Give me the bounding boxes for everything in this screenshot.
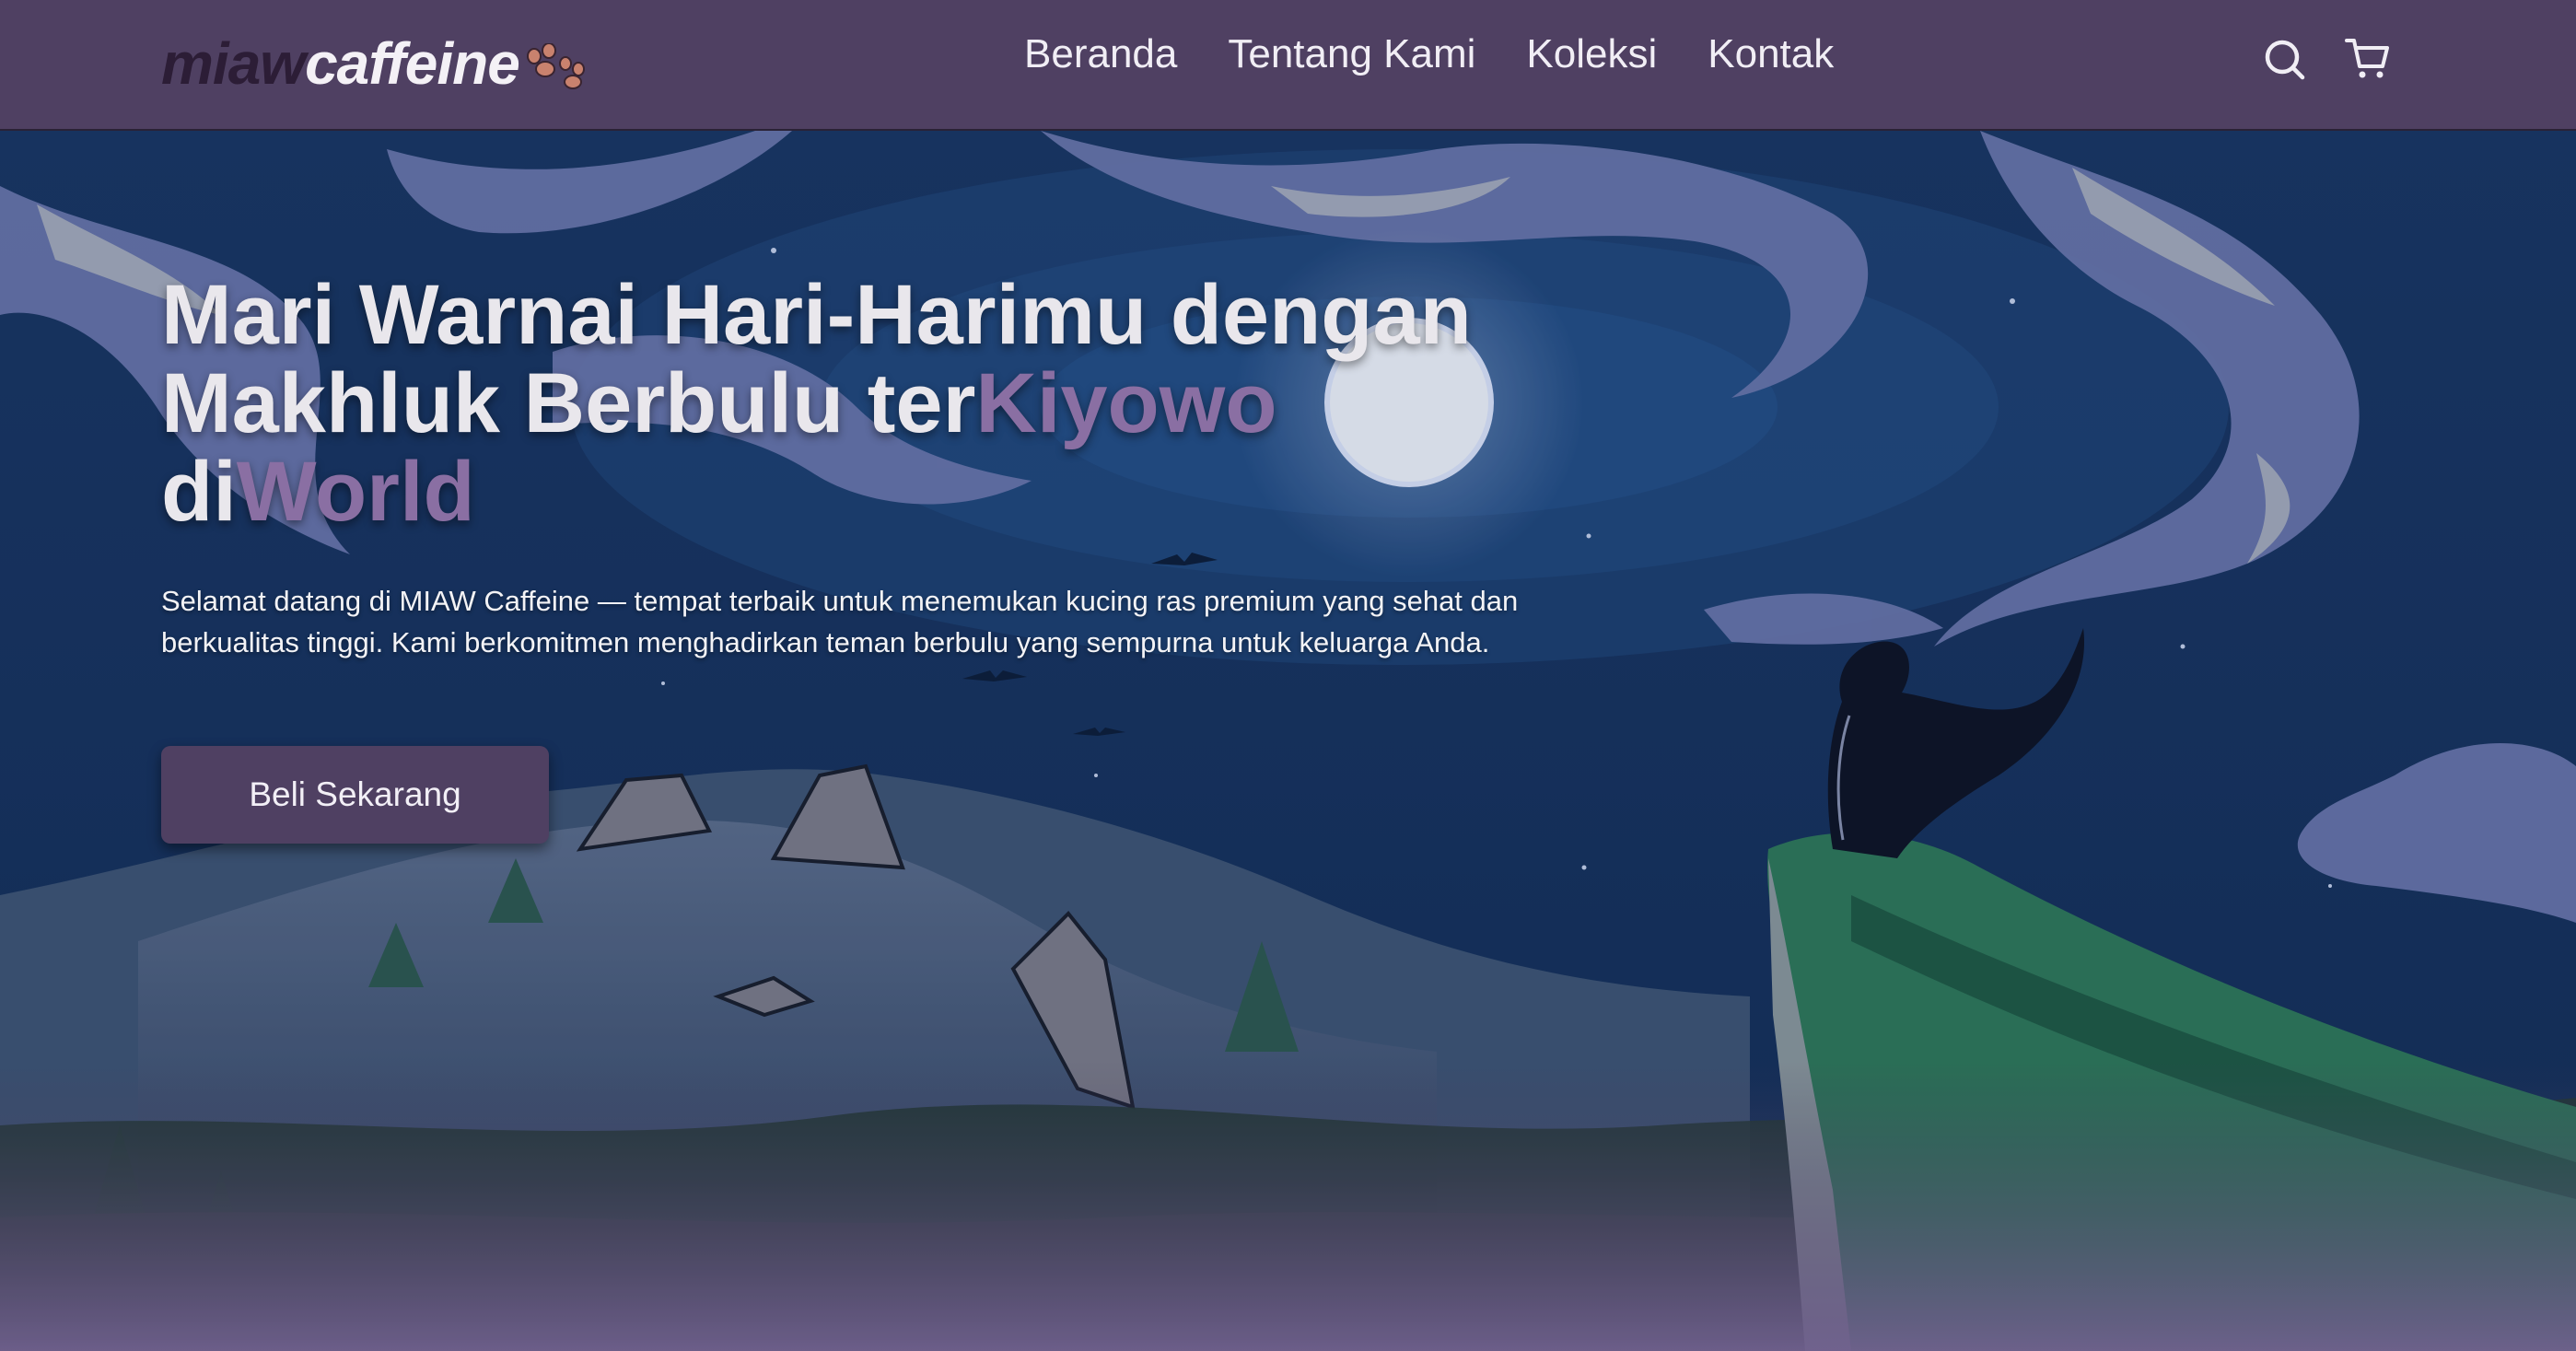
brand-name-part2: caffeine	[305, 30, 520, 97]
cart-icon[interactable]	[2344, 35, 2392, 83]
hero-title-line2: Makhluk Berbulu ter	[161, 356, 976, 450]
hero-title-line3: di	[161, 445, 237, 539]
main-nav: Beranda Tentang Kami Koleksi Kontak	[1024, 31, 1834, 77]
paw-icon	[521, 35, 589, 107]
brand-name-part1: miaw	[161, 30, 306, 97]
hero-title-line1: Mari Warnai Hari-Harimu dengan	[161, 268, 1472, 362]
hero-section: Mari Warnai Hari-Harimu dengan Makhluk B…	[0, 131, 2576, 1351]
hero-content: Mari Warnai Hari-Harimu dengan Makhluk B…	[161, 271, 1727, 844]
nav-link-kontak[interactable]: Kontak	[1708, 31, 1834, 77]
buy-now-button[interactable]: Beli Sekarang	[161, 746, 549, 844]
brand-logo[interactable]: miawcaffeine	[161, 28, 589, 107]
search-icon[interactable]	[2261, 35, 2309, 83]
hero-title: Mari Warnai Hari-Harimu dengan Makhluk B…	[161, 271, 1727, 536]
navbar: miawcaffeine Beranda Tentang Kami Koleks…	[0, 0, 2576, 131]
nav-actions	[2261, 35, 2392, 83]
hero-title-accent-world: World	[236, 445, 475, 539]
nav-link-beranda[interactable]: Beranda	[1024, 31, 1177, 77]
hero-subtitle: Selamat datang di MIAW Caffeine — tempat…	[161, 585, 1519, 658]
nav-link-koleksi[interactable]: Koleksi	[1526, 31, 1657, 77]
nav-link-tentang-kami[interactable]: Tentang Kami	[1228, 31, 1475, 77]
hero-title-accent-kiyowo: Kiyowo	[975, 356, 1277, 450]
